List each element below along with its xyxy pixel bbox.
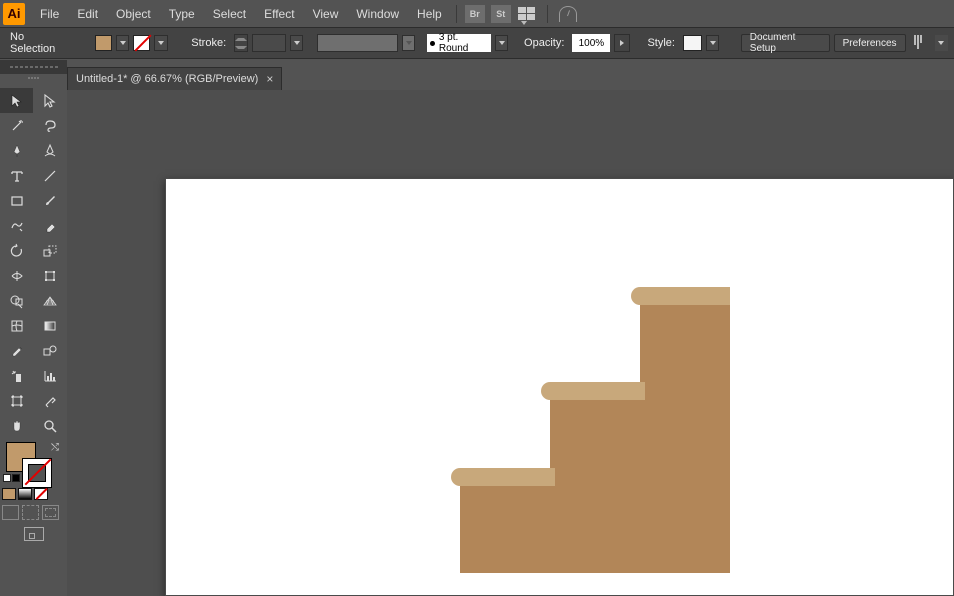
type-tool[interactable] [0, 163, 33, 188]
tools-panel-grip[interactable] [0, 60, 67, 74]
menu-help[interactable]: Help [408, 2, 451, 26]
hand-tool[interactable] [0, 413, 33, 438]
menu-edit[interactable]: Edit [68, 2, 107, 26]
separator [547, 5, 548, 23]
arrange-documents-icon[interactable] [518, 7, 538, 21]
blend-tool[interactable] [33, 338, 66, 363]
color-mode-icon[interactable] [2, 488, 16, 500]
menu-bar: Ai File Edit Object Type Select Effect V… [0, 0, 954, 27]
document-tabstrip: Untitled-1* @ 66.67% (RGB/Preview) × [67, 67, 282, 90]
stair-riser-2[interactable] [550, 396, 645, 573]
brush-name: 3 pt. Round [439, 32, 488, 54]
lasso-tool[interactable] [33, 113, 66, 138]
eraser-tool[interactable] [33, 213, 66, 238]
selection-status: No Selection [10, 31, 69, 55]
stroke-width-stepper[interactable] [234, 34, 247, 52]
variable-width-dropdown[interactable] [402, 35, 415, 51]
draw-normal-icon[interactable] [2, 505, 19, 520]
stairs-artwork[interactable] [454, 287, 730, 573]
shaper-tool[interactable] [0, 213, 33, 238]
slice-tool[interactable] [33, 388, 66, 413]
fill-color-swatch[interactable] [95, 35, 112, 51]
selection-tool[interactable] [0, 88, 33, 113]
menu-select[interactable]: Select [204, 2, 255, 26]
fill-stroke-indicator[interactable]: ⤭ [0, 438, 67, 486]
swap-fill-stroke-icon[interactable]: ⤭ [51, 442, 59, 453]
rectangle-tool[interactable] [0, 188, 33, 213]
artboard-tool[interactable] [0, 388, 33, 413]
stroke-color-swatch[interactable] [133, 35, 150, 51]
line-segment-tool[interactable] [33, 163, 66, 188]
variable-width-profile[interactable] [317, 34, 398, 52]
none-mode-icon[interactable] [34, 488, 48, 500]
menu-effect[interactable]: Effect [255, 2, 303, 26]
brush-dropdown[interactable] [495, 35, 508, 51]
fill-dropdown[interactable] [116, 35, 129, 51]
draw-inside-icon[interactable] [42, 505, 59, 520]
stock-icon[interactable]: St [491, 5, 511, 23]
menu-window[interactable]: Window [347, 2, 408, 26]
stroke-width-dropdown[interactable] [290, 35, 303, 51]
gradient-mode-icon[interactable] [18, 488, 32, 500]
graphic-style-swatch[interactable] [683, 35, 702, 51]
default-fill-stroke-icon[interactable] [3, 474, 20, 482]
stroke-width-field[interactable] [252, 34, 286, 52]
gpu-performance-icon[interactable] [559, 6, 577, 22]
stair-tread-3[interactable] [631, 287, 730, 305]
drawing-mode-row [0, 502, 67, 523]
curvature-tool[interactable] [33, 138, 66, 163]
column-graph-tool[interactable] [33, 363, 66, 388]
stroke-dropdown[interactable] [154, 35, 167, 51]
stair-tread-2[interactable] [541, 382, 645, 400]
menu-type[interactable]: Type [160, 2, 204, 26]
free-transform-tool[interactable] [33, 263, 66, 288]
align-dropdown[interactable] [935, 35, 948, 51]
tools-panel: ⤭ [0, 74, 67, 545]
style-dropdown[interactable] [706, 35, 719, 51]
document-tab[interactable]: Untitled-1* @ 66.67% (RGB/Preview) × [67, 67, 282, 90]
perspective-grid-tool[interactable] [33, 288, 66, 313]
stroke-indicator[interactable] [22, 458, 52, 488]
canvas-area[interactable] [67, 90, 954, 596]
opacity-field[interactable]: 100% [572, 34, 610, 52]
close-tab-icon[interactable]: × [266, 72, 273, 86]
color-mode-row [0, 486, 67, 502]
style-label[interactable]: Style: [647, 37, 675, 49]
control-bar: No Selection Stroke: 3 pt. Round Opacity… [0, 27, 954, 59]
align-icon[interactable] [914, 35, 931, 51]
bridge-icon[interactable]: Br [465, 5, 485, 23]
eyedropper-tool[interactable] [0, 338, 33, 363]
screen-mode-icon[interactable] [24, 527, 44, 541]
menu-object[interactable]: Object [107, 2, 160, 26]
gradient-tool[interactable] [33, 313, 66, 338]
opacity-label[interactable]: Opacity: [524, 37, 564, 49]
rotate-tool[interactable] [0, 238, 33, 263]
mesh-tool[interactable] [0, 313, 33, 338]
draw-behind-icon[interactable] [22, 505, 39, 520]
pen-tool[interactable] [0, 138, 33, 163]
width-tool[interactable] [0, 263, 33, 288]
separator [456, 5, 457, 23]
stair-riser-3[interactable] [640, 301, 730, 573]
magic-wand-tool[interactable] [0, 113, 33, 138]
artboard[interactable] [165, 178, 954, 596]
direct-selection-tool[interactable] [33, 88, 66, 113]
symbol-sprayer-tool[interactable] [0, 363, 33, 388]
paintbrush-tool[interactable] [33, 188, 66, 213]
brush-definition[interactable]: 3 pt. Round [427, 34, 491, 52]
stair-riser-1[interactable] [460, 482, 555, 573]
preferences-button[interactable]: Preferences [834, 34, 906, 52]
app-logo-icon: Ai [3, 3, 25, 25]
stroke-label[interactable]: Stroke: [191, 37, 226, 49]
zoom-tool[interactable] [33, 413, 66, 438]
shape-builder-tool[interactable] [0, 288, 33, 313]
scale-tool[interactable] [33, 238, 66, 263]
opacity-popup[interactable] [614, 34, 629, 52]
menu-view[interactable]: View [304, 2, 348, 26]
menu-file[interactable]: File [31, 2, 68, 26]
document-setup-button[interactable]: Document Setup [741, 34, 830, 52]
stair-tread-1[interactable] [451, 468, 555, 486]
document-tab-title: Untitled-1* @ 66.67% (RGB/Preview) [76, 73, 258, 85]
